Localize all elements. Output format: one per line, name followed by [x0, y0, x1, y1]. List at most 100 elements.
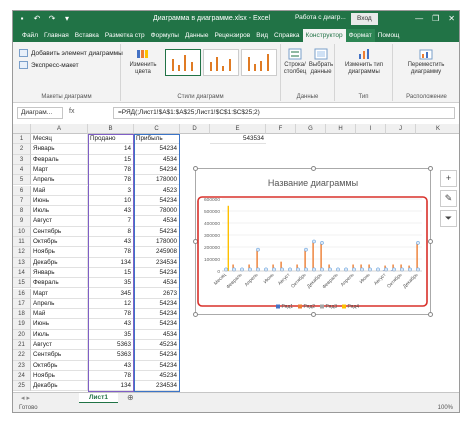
- table-cell[interactable]: 35: [88, 278, 134, 289]
- table-cell[interactable]: 8: [88, 226, 134, 237]
- table-cell[interactable]: Ноябрь: [31, 247, 88, 258]
- zoom-level[interactable]: 100%: [438, 403, 453, 412]
- table-cell[interactable]: 78: [88, 309, 134, 320]
- save-icon[interactable]: ▪: [17, 14, 27, 24]
- table-cell[interactable]: Март: [31, 288, 88, 299]
- table-cell[interactable]: Июль: [31, 206, 88, 217]
- table-cell[interactable]: 5363: [88, 350, 134, 361]
- row-header[interactable]: 6: [13, 185, 31, 196]
- table-cell[interactable]: 43: [88, 237, 134, 248]
- table-cell[interactable]: Январь: [31, 267, 88, 279]
- table-cell[interactable]: 7: [88, 216, 134, 227]
- table-cell[interactable]: Месяц: [31, 134, 88, 145]
- table-cell[interactable]: 78: [88, 164, 134, 176]
- row-header[interactable]: 11: [13, 237, 31, 248]
- table-cell[interactable]: 2673: [134, 288, 180, 299]
- table-cell[interactable]: Январь: [31, 144, 88, 155]
- row-header[interactable]: 20: [13, 329, 31, 340]
- formula-input[interactable]: =РЯД(;Лист1!$A$1:$A$25;Лист1!$C$1:$C$25;…: [113, 107, 455, 119]
- table-cell[interactable]: 78: [88, 370, 134, 382]
- change-chart-type-button[interactable]: Изменить тип диаграммы: [337, 48, 391, 76]
- table-cell[interactable]: Август: [31, 340, 88, 351]
- redo-icon[interactable]: ↷: [47, 14, 57, 24]
- table-cell[interactable]: Май: [31, 309, 88, 320]
- table-cell[interactable]: 4534: [134, 278, 180, 289]
- table-cell[interactable]: 4523: [134, 185, 180, 196]
- column-header[interactable]: D: [180, 124, 210, 134]
- select-all-corner[interactable]: [13, 124, 31, 134]
- tab-9[interactable]: Конструктор: [302, 29, 346, 42]
- table-cell[interactable]: 54234: [134, 144, 180, 155]
- column-header[interactable]: H: [326, 124, 356, 134]
- table-cell[interactable]: 54234: [134, 226, 180, 237]
- table-cell[interactable]: 134: [88, 381, 134, 392]
- table-cell[interactable]: Сентябрь: [31, 226, 88, 237]
- row-header[interactable]: 18: [13, 309, 31, 320]
- column-header[interactable]: B: [88, 124, 134, 134]
- row-header[interactable]: 2: [13, 144, 31, 155]
- row-header[interactable]: 13: [13, 257, 31, 268]
- move-chart-button[interactable]: Переместить диаграмму: [397, 48, 455, 76]
- column-header[interactable]: A: [31, 124, 88, 134]
- column-header[interactable]: J: [386, 124, 416, 134]
- row-header[interactable]: 17: [13, 298, 31, 310]
- table-cell[interactable]: 3: [88, 185, 134, 196]
- table-cell[interactable]: Ноябрь: [31, 370, 88, 382]
- sheet-nav-arrows-icon[interactable]: ◂ ▸: [21, 394, 30, 402]
- select-data-button[interactable]: Выбрать данные: [308, 48, 334, 76]
- table-cell[interactable]: 54234: [134, 309, 180, 320]
- tab-2[interactable]: Вставка: [72, 29, 102, 42]
- table-cell[interactable]: 54234: [134, 319, 180, 330]
- table-cell[interactable]: 5363: [88, 340, 134, 351]
- chart-elements-icon[interactable]: +: [440, 170, 457, 187]
- table-cell[interactable]: 10: [88, 195, 134, 207]
- table-cell[interactable]: 78: [88, 175, 134, 186]
- chart-filter-icon[interactable]: ⏷: [440, 210, 457, 227]
- login-button[interactable]: Вход: [351, 13, 378, 25]
- table-cell[interactable]: Июнь: [31, 195, 88, 207]
- table-cell[interactable]: Февраль: [31, 154, 88, 165]
- switch-row-column-button[interactable]: Строка/ столбец: [282, 48, 308, 76]
- chart-style-1[interactable]: [165, 49, 201, 76]
- table-cell[interactable]: Прибыль: [134, 134, 180, 145]
- table-cell[interactable]: 345: [88, 288, 134, 299]
- row-header[interactable]: 8: [13, 206, 31, 217]
- tab-11[interactable]: Помощ: [375, 29, 403, 42]
- row-header[interactable]: 22: [13, 350, 31, 361]
- table-cell[interactable]: Май: [31, 185, 88, 196]
- table-cell[interactable]: Июнь: [31, 319, 88, 330]
- table-cell[interactable]: 45234: [134, 370, 180, 382]
- chart-style-2[interactable]: [203, 49, 239, 76]
- tab-10[interactable]: Формат: [345, 29, 375, 42]
- table-cell[interactable]: 43: [88, 206, 134, 217]
- table-cell[interactable]: Апрель: [31, 175, 88, 186]
- quick-layout-button[interactable]: Экспресс-макет: [19, 61, 79, 69]
- row-header[interactable]: 19: [13, 319, 31, 330]
- cell-e1[interactable]: 543534: [210, 134, 266, 145]
- tab-8[interactable]: Справка: [271, 29, 303, 42]
- table-cell[interactable]: 15: [88, 154, 134, 165]
- table-cell[interactable]: Октябрь: [31, 360, 88, 371]
- table-cell[interactable]: 245908: [134, 247, 180, 258]
- table-cell[interactable]: 15: [88, 267, 134, 279]
- table-cell[interactable]: 54234: [134, 195, 180, 207]
- table-cell[interactable]: 12: [88, 298, 134, 310]
- column-header[interactable]: G: [296, 124, 326, 134]
- table-cell[interactable]: 234534: [134, 381, 180, 392]
- chart-styles-brush-icon[interactable]: ✎: [440, 190, 457, 207]
- table-cell[interactable]: 54234: [134, 360, 180, 371]
- tab-6[interactable]: Рецензиров: [211, 29, 253, 42]
- table-cell[interactable]: Сентябрь: [31, 350, 88, 361]
- add-element-button[interactable]: Добавить элемент диаграммы: [19, 49, 123, 57]
- row-header[interactable]: 21: [13, 340, 31, 351]
- table-cell[interactable]: 4534: [134, 154, 180, 165]
- row-header[interactable]: 9: [13, 216, 31, 227]
- column-header[interactable]: E: [210, 124, 266, 134]
- table-cell[interactable]: 43: [88, 360, 134, 371]
- table-cell[interactable]: 134: [88, 257, 134, 268]
- tab-7[interactable]: Вид: [253, 29, 271, 42]
- row-header[interactable]: 15: [13, 278, 31, 289]
- close-button[interactable]: ✕: [448, 14, 455, 23]
- column-header[interactable]: I: [356, 124, 386, 134]
- table-cell[interactable]: Март: [31, 164, 88, 176]
